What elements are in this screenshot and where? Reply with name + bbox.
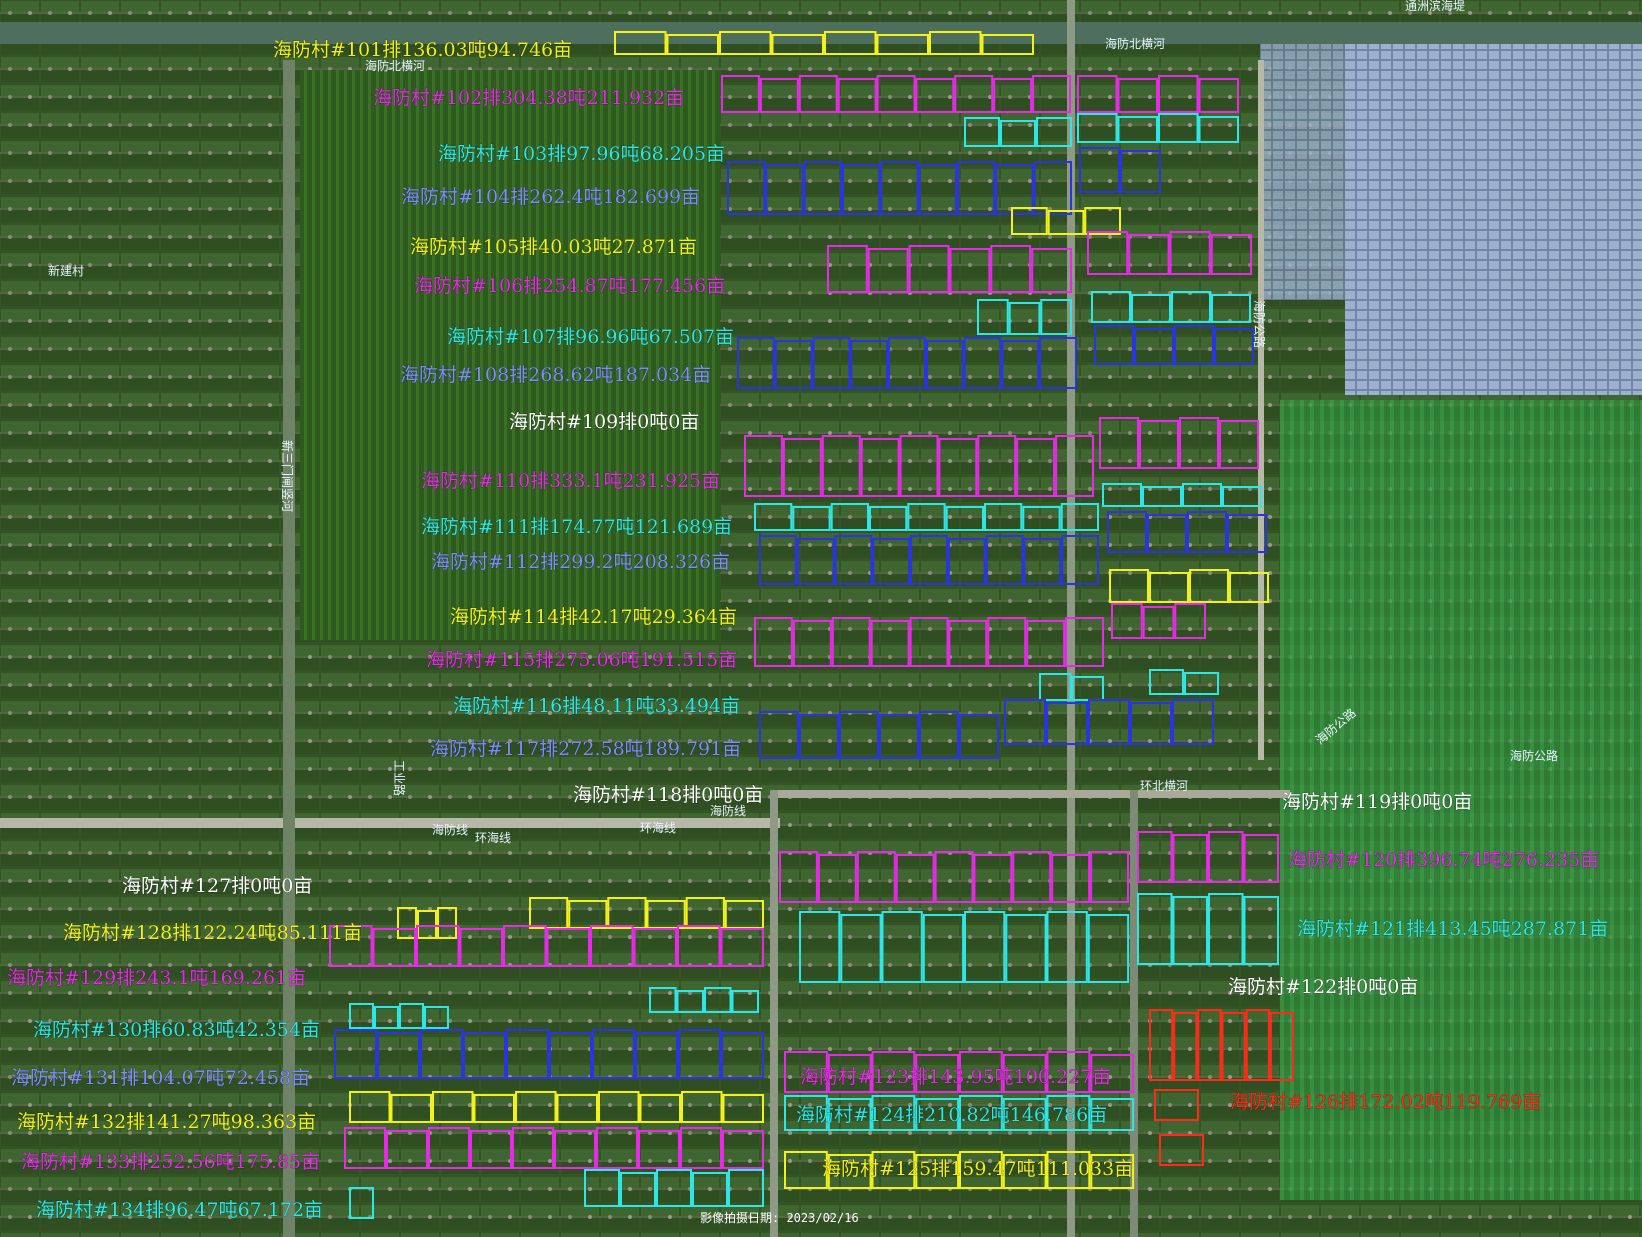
road-west-vertical [283,60,295,1237]
label-133: 海防村#133排252.56吨175.85亩 [21,1151,320,1173]
label-106: 海防村#106排254.87吨177.456亩 [414,275,725,297]
label-117: 海防村#117排272.58吨189.791亩 [430,738,741,760]
label-119: 海防村#119排0吨0亩 [1282,791,1472,813]
label-112: 海防村#112排299.2吨208.326亩 [431,551,730,573]
road-label-huanbei-river: 环北横河 [1140,779,1188,793]
label-126: 海防村#126排172.02吨119.769亩 [1230,1091,1541,1113]
river-north [0,22,1642,44]
terrain-greenhouses [1345,30,1642,395]
label-115: 海防村#115排275.06吨191.515亩 [426,649,737,671]
label-102: 海防村#102排304.38吨211.932亩 [373,87,684,109]
label-122: 海防村#122排0吨0亩 [1228,976,1418,998]
label-128: 海防村#128排122.24吨85.111亩 [63,922,362,944]
label-114: 海防村#114排42.17吨29.364亩 [450,606,737,628]
label-109: 海防村#109排0吨0亩 [509,411,699,433]
label-132: 海防村#132排141.27吨98.363亩 [17,1111,316,1133]
road-label-haifang-road-3: 海防公路 [1510,748,1558,763]
road-north-south-2 [1258,60,1264,760]
label-130: 海防村#130排60.83吨42.354亩 [33,1019,320,1041]
label-101: 海防村#101排136.03吨94.746亩 [273,39,572,61]
label-105: 海防村#105排40.03吨27.871亩 [410,236,697,258]
label-118: 海防村#118排0吨0亩 [573,784,763,806]
capture-date: 影像拍摄日期: 2023/02/16 [700,1210,859,1225]
road-label-tongzhou: 通洲滨海堤 [1405,0,1465,13]
label-127: 海防村#127排0吨0亩 [122,875,312,897]
place-label-xinjian-village: 新建村 [48,263,84,278]
label-121: 海防村#121排413.45吨287.871亩 [1297,918,1608,940]
label-129: 海防村#129排243.1吨169.261亩 [7,967,306,989]
label-104: 海防村#104排262.4吨182.699亩 [401,186,700,208]
road-east-west-2 [770,790,1290,798]
road-label-haifang-line-3: 环海线 [640,820,676,835]
terrain-greenhouses-2 [1260,30,1350,300]
label-108: 海防村#108排268.62吨187.034亩 [400,364,711,386]
label-125: 海防村#125排159.47吨111.033亩 [822,1158,1133,1180]
label-111: 海防村#111排174.77吨121.689亩 [421,516,732,538]
road-label-haifang-line-2: 环海线 [475,830,511,845]
road-label-haifang-line-1: 海防线 [432,822,468,837]
label-120: 海防村#120排396.74吨276.235亩 [1288,849,1599,871]
map-canvas: 海防北横河 海防北横河 通洲滨海堤 海防公路 海防公路 海防公路 新三门闸竖河 … [0,0,1642,1237]
road-label-haifang-road-1: 海防公路 [1252,300,1267,348]
road-central-vertical [770,790,778,1237]
label-116: 海防村#116排48.11吨33.494亩 [453,695,740,717]
road-label-xinsanmen-river: 新三门闸竖河 [280,440,295,512]
terrain-village-west [0,60,290,840]
label-131: 海防村#131排104.07吨72.458亩 [11,1067,310,1089]
label-124: 海防村#124排210.82吨146.786亩 [796,1104,1107,1126]
label-103: 海防村#103排97.96吨68.205亩 [438,143,725,165]
label-134: 海防村#134排96.47吨67.172亩 [36,1199,323,1221]
label-123: 海防村#123排143.95吨100.227亩 [800,1066,1111,1088]
label-107: 海防村#107排96.96吨67.507亩 [447,326,734,348]
label-110: 海防村#110排333.1吨231.925亩 [421,470,720,492]
parcel-row-126a [1149,1009,1295,1081]
road-label-haifang-north-river-2: 海防北横河 [1105,36,1165,51]
road-label-industry-road: 工业路 [392,760,407,796]
